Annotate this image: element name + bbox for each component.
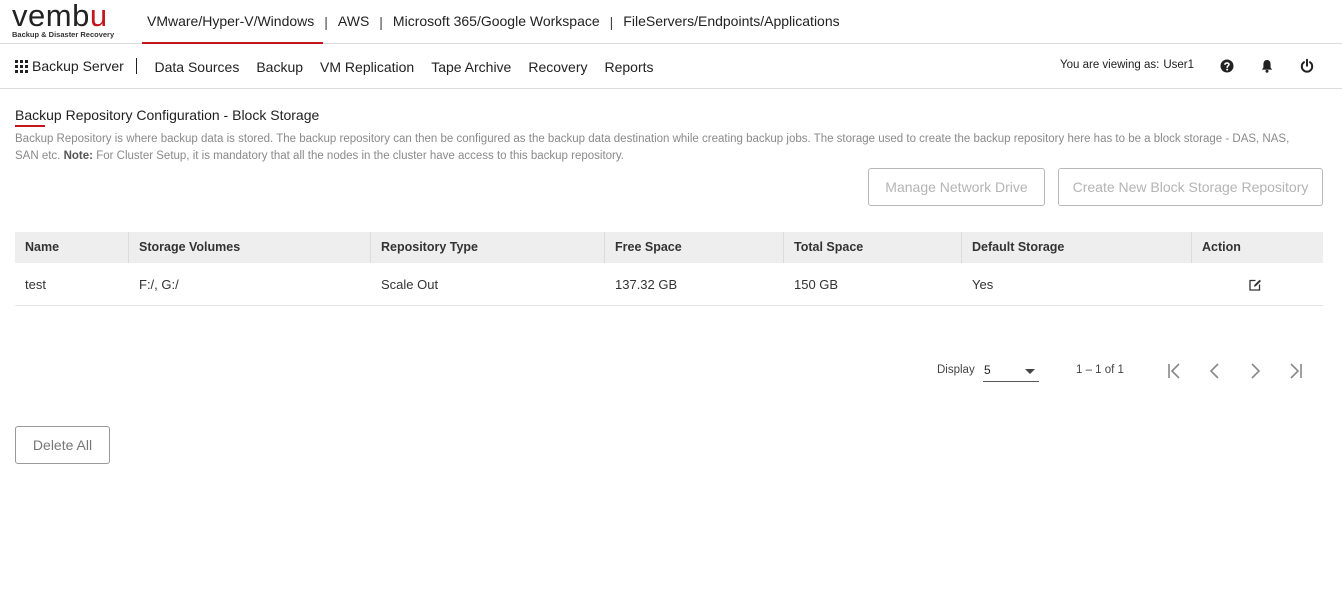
nav-item-data-sources[interactable]: Data Sources: [146, 59, 248, 75]
grid-icon[interactable]: [15, 60, 28, 73]
delete-all-button[interactable]: Delete All: [15, 426, 110, 464]
tab-fileservers-endpoints-applications[interactable]: FileServers/Endpoints/Applications: [616, 0, 846, 44]
cell-free-space: 137.32 GB: [615, 277, 678, 292]
last-page-icon[interactable]: [1285, 361, 1305, 381]
power-icon[interactable]: [1299, 58, 1315, 74]
nav-item-tape-archive[interactable]: Tape Archive: [423, 59, 520, 75]
edit-icon[interactable]: [1248, 278, 1262, 292]
column-header-repository-type[interactable]: Repository Type: [371, 232, 605, 263]
nav-item-recovery[interactable]: Recovery: [520, 59, 596, 75]
backup-server-menu[interactable]: Backup Server: [32, 58, 124, 74]
cell-default-storage: Yes: [972, 277, 994, 292]
tab-separator: |: [324, 14, 328, 30]
column-header-free-space[interactable]: Free Space: [605, 232, 784, 263]
viewing-as-label: You are viewing as:: [1060, 59, 1160, 71]
first-page-icon[interactable]: [1165, 361, 1185, 381]
table-header: Name Storage Volumes Repository Type Fre…: [15, 232, 1323, 263]
caret-down-icon: [1025, 369, 1035, 374]
logo-tagline: Backup & Disaster Recovery: [12, 30, 115, 39]
viewing-as: You are viewing as: User1: [1060, 59, 1194, 71]
column-header-default-storage[interactable]: Default Storage: [962, 232, 1192, 263]
cell-repository-type: Scale Out: [381, 277, 439, 292]
page-size-value: 5: [984, 363, 991, 377]
bell-icon[interactable]: [1259, 58, 1275, 74]
next-page-icon[interactable]: [1245, 361, 1265, 381]
nav-divider: [136, 58, 137, 74]
product-tabs: VMware/Hyper-V/Windows | AWS | Microsoft…: [140, 0, 847, 44]
cell-name: test: [25, 277, 46, 292]
help-icon[interactable]: [1219, 58, 1235, 74]
current-user[interactable]: User1: [1163, 59, 1194, 71]
page-title: Backup Repository Configuration - Block …: [15, 107, 320, 123]
cell-action: [1192, 263, 1323, 305]
nav-item-backup[interactable]: Backup: [248, 59, 312, 75]
main-nav: Backup Server Data Sources Backup VM Rep…: [0, 44, 1342, 89]
repository-table: Name Storage Volumes Repository Type Fre…: [15, 232, 1323, 306]
column-header-total-space[interactable]: Total Space: [784, 232, 962, 263]
tab-vmware-hyperv-windows[interactable]: VMware/Hyper-V/Windows: [140, 0, 324, 44]
page-range: 1 – 1 of 1: [1076, 364, 1124, 376]
page-description: Backup Repository is where backup data i…: [15, 131, 1315, 165]
nav-item-reports[interactable]: Reports: [596, 59, 662, 75]
column-header-storage-volumes[interactable]: Storage Volumes: [129, 232, 371, 263]
page-size-select[interactable]: 5: [983, 361, 1039, 382]
cell-storage-volumes: F:/, G:/: [139, 277, 179, 292]
note-text: For Cluster Setup, it is mandatory that …: [96, 150, 624, 162]
top-bar: vembu Backup & Disaster Recovery VMware/…: [0, 0, 1342, 44]
display-label: Display: [937, 364, 975, 376]
cell-total-space: 150 GB: [794, 277, 839, 292]
title-underline: [15, 125, 45, 127]
column-header-name[interactable]: Name: [15, 232, 129, 263]
previous-page-icon[interactable]: [1205, 361, 1225, 381]
tab-microsoft365-google-workspace[interactable]: Microsoft 365/Google Workspace: [386, 0, 607, 44]
tab-separator: |: [609, 14, 614, 30]
tab-aws[interactable]: AWS: [331, 0, 376, 44]
manage-network-drive-button[interactable]: Manage Network Drive: [868, 168, 1045, 206]
tab-separator: |: [379, 14, 383, 30]
column-header-action: Action: [1202, 240, 1241, 254]
vembu-logo[interactable]: vembu Backup & Disaster Recovery: [12, 0, 122, 42]
nav-menu: Data Sources Backup VM Replication Tape …: [146, 44, 662, 89]
create-block-storage-repository-button[interactable]: Create New Block Storage Repository: [1058, 168, 1323, 206]
logo-wordmark: vembu: [12, 0, 108, 33]
table-row: test F:/, G:/ Scale Out 137.32 GB 150 GB…: [15, 263, 1323, 306]
nav-item-vm-replication[interactable]: VM Replication: [312, 59, 423, 75]
note-label: Note:: [63, 150, 93, 162]
